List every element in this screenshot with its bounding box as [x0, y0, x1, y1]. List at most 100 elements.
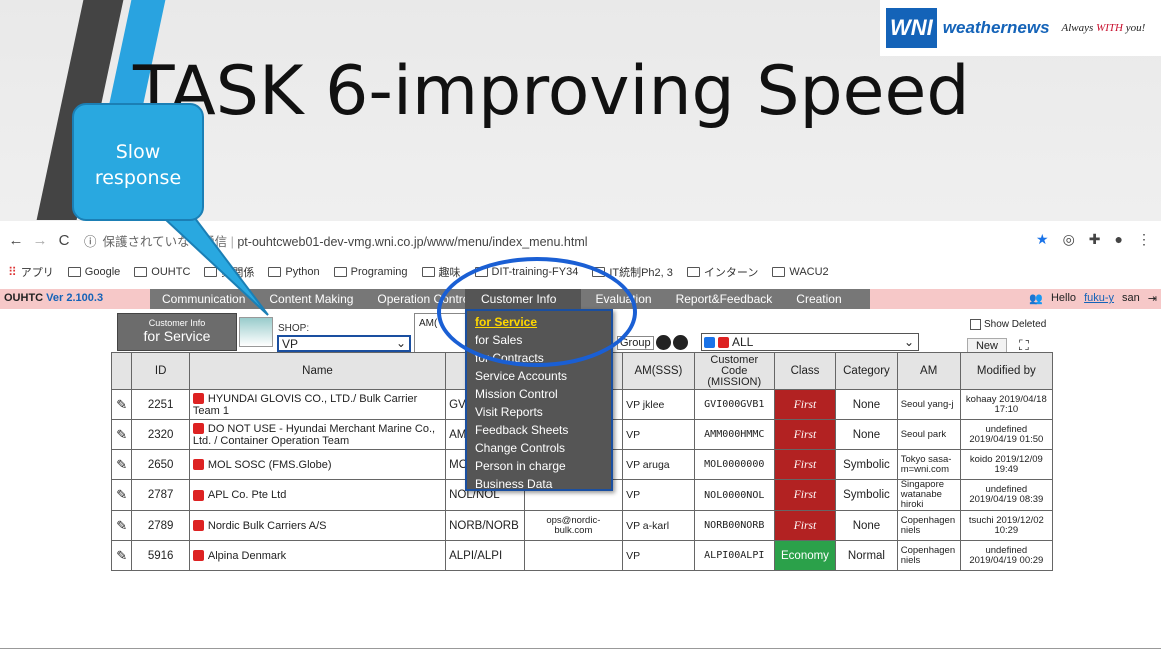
highlight-ellipse	[437, 257, 637, 367]
user-link[interactable]: fuku-y	[1084, 292, 1114, 305]
logout-icon[interactable]: ⇥	[1148, 292, 1157, 305]
status-check-icon	[192, 489, 204, 501]
cell-customer-code: ALPI00ALPI	[693, 540, 775, 571]
dropdown-item-business-data[interactable]: Business Data	[467, 475, 611, 493]
cell-am: Seoul yang-j	[896, 389, 961, 420]
edit-pencil-icon[interactable]: ✎	[110, 479, 133, 511]
reset-icon[interactable]	[672, 335, 688, 350]
check-blue-icon	[704, 336, 715, 348]
bottom-divider	[0, 648, 1161, 649]
dropdown-item-change-controls[interactable]: Change Controls	[467, 439, 611, 457]
bookmark-5[interactable]: Programing	[333, 266, 408, 278]
column-header[interactable]: Class	[773, 352, 837, 390]
folder-icon	[204, 267, 218, 277]
column-header[interactable]: AM(SSS)	[622, 352, 695, 390]
cell-category: None	[835, 389, 898, 420]
search-icon[interactable]	[655, 335, 671, 350]
shop-label: SHOP:	[278, 323, 310, 334]
dropdown-item-person-in-charge[interactable]: Person in charge	[467, 457, 611, 475]
cell-am-sss: VP	[622, 419, 695, 450]
column-header[interactable]: Modified by	[959, 352, 1054, 390]
menu-item-communication[interactable]: Communication	[150, 292, 257, 306]
edit-pencil-icon[interactable]: ✎	[110, 389, 133, 420]
cell-category: Normal	[835, 540, 898, 571]
cell-am-sss: VP	[622, 479, 695, 511]
show-deleted-checkbox[interactable]: Show Deleted	[970, 319, 1046, 330]
shop-image	[239, 317, 273, 347]
dropdown-item-visit-reports[interactable]: Visit Reports	[467, 403, 611, 421]
dropdown-item-service-accounts[interactable]: Service Accounts	[467, 367, 611, 385]
user-area: 👥 Hello fuku-y san ⇥	[1029, 292, 1157, 305]
cell-modified: undefined 2019/04/19 00:29	[959, 540, 1054, 571]
cell-class: Economy	[773, 540, 837, 571]
cell-class: First	[773, 419, 837, 450]
shop-select[interactable]: VP ⌄	[277, 335, 411, 352]
bookmark-star-icon[interactable]: ★	[1036, 231, 1049, 248]
cell-id: 2251	[131, 389, 190, 420]
back-icon[interactable]: ←	[8, 232, 24, 249]
menu-item-creation[interactable]: Creation	[784, 292, 853, 306]
bookmark-6[interactable]: 趣味	[421, 264, 461, 280]
extension-icon[interactable]: ◎	[1063, 231, 1075, 248]
folder-icon	[772, 267, 786, 277]
column-header[interactable]: Customer Code (MISSION)	[693, 352, 775, 390]
kebab-menu-icon[interactable]: ⋮	[1137, 231, 1151, 248]
bookmark-9[interactable]: インターン	[686, 264, 758, 280]
cell-modified: undefined 2019/04/19 08:39	[959, 479, 1054, 511]
edit-pencil-icon[interactable]: ✎	[110, 449, 133, 480]
slow-response-callout: Slow response	[72, 103, 204, 221]
status-check-icon	[192, 550, 204, 562]
edit-pencil-icon[interactable]: ✎	[110, 540, 133, 571]
cell-name: APL Co. Pte Ltd	[188, 479, 447, 511]
users-icon: 👥	[1029, 293, 1043, 305]
url-field[interactable]: ⓘ 保護されていない通信 | pt-ouhtcweb01-dev-vmg.wni.…	[84, 231, 588, 250]
column-header[interactable]: Category	[835, 352, 898, 390]
bookmark-1[interactable]: Google	[67, 266, 120, 278]
bookmark-2[interactable]: OUHTC	[134, 266, 190, 278]
column-header[interactable]: AM	[896, 352, 961, 390]
cell-name: Alpina Denmark	[188, 540, 447, 571]
status-check-icon	[192, 459, 204, 471]
bookmark-0[interactable]: ⠿ アプリ	[8, 264, 54, 280]
cell-customer-code: NORB00NORB	[693, 510, 775, 541]
column-header[interactable]: Name	[188, 352, 447, 390]
column-header[interactable]	[110, 352, 133, 390]
cell-modified: kohaay 2019/04/18 17:10	[959, 389, 1054, 420]
bookmark-10[interactable]: WACU2	[772, 266, 829, 278]
url-security: 保護されていない通信	[102, 234, 228, 249]
cell-am: Copenhagen niels	[896, 510, 961, 541]
cell-n: NORB/NORB	[445, 510, 525, 541]
cell-modified: koido 2019/12/09 19:49	[959, 449, 1054, 480]
avatar-icon[interactable]: ●	[1115, 231, 1123, 248]
cell-email	[523, 540, 624, 571]
table-row[interactable]: ✎ 5916 Alpina Denmark ALPI/ALPI VP ALPI00ALPI…	[110, 540, 1054, 571]
edit-pencil-icon[interactable]: ✎	[110, 419, 133, 450]
cell-customer-code: MOL0000000	[693, 449, 775, 480]
bookmark-3[interactable]: 業関係	[204, 264, 254, 280]
forward-icon[interactable]: →	[32, 232, 48, 249]
cell-am-sss: VP jklee	[622, 389, 695, 420]
cell-customer-code: AMM000HMMC	[693, 419, 775, 450]
apps-grid-icon: ⠿	[8, 265, 17, 279]
reload-icon[interactable]: C	[56, 232, 72, 249]
puzzle-icon[interactable]: ✚	[1089, 231, 1101, 248]
wni-mark: WNI	[886, 8, 937, 48]
table-row[interactable]: ✎ 2789 Nordic Bulk Carriers A/S NORB/NORB op…	[110, 510, 1054, 541]
info-icon: ⓘ	[84, 234, 97, 249]
cell-category: Symbolic	[835, 449, 898, 480]
status-check-icon	[192, 423, 204, 435]
folder-icon	[268, 267, 282, 277]
customer-info-button[interactable]: Customer Info for Service	[117, 313, 237, 351]
all-select[interactable]: ALL ⌄	[701, 333, 919, 351]
bookmark-4[interactable]: Python	[268, 266, 320, 278]
column-header[interactable]: ID	[131, 352, 190, 390]
dropdown-item-feedback-sheets[interactable]: Feedback Sheets	[467, 421, 611, 439]
menu-item-content-making[interactable]: Content Making	[257, 292, 365, 306]
url-text: pt-ouhtcweb01-dev-vmg.wni.co.jp/www/menu…	[237, 234, 588, 249]
cell-class: First	[773, 510, 837, 541]
cell-name: HYUNDAI GLOVIS CO., LTD./ Bulk Carrier T…	[188, 389, 447, 420]
dropdown-item-mission-control[interactable]: Mission Control	[467, 385, 611, 403]
cell-id: 2789	[131, 510, 190, 541]
menu-item-report-feedback[interactable]: Report&Feedback	[664, 292, 785, 306]
edit-pencil-icon[interactable]: ✎	[110, 510, 133, 541]
